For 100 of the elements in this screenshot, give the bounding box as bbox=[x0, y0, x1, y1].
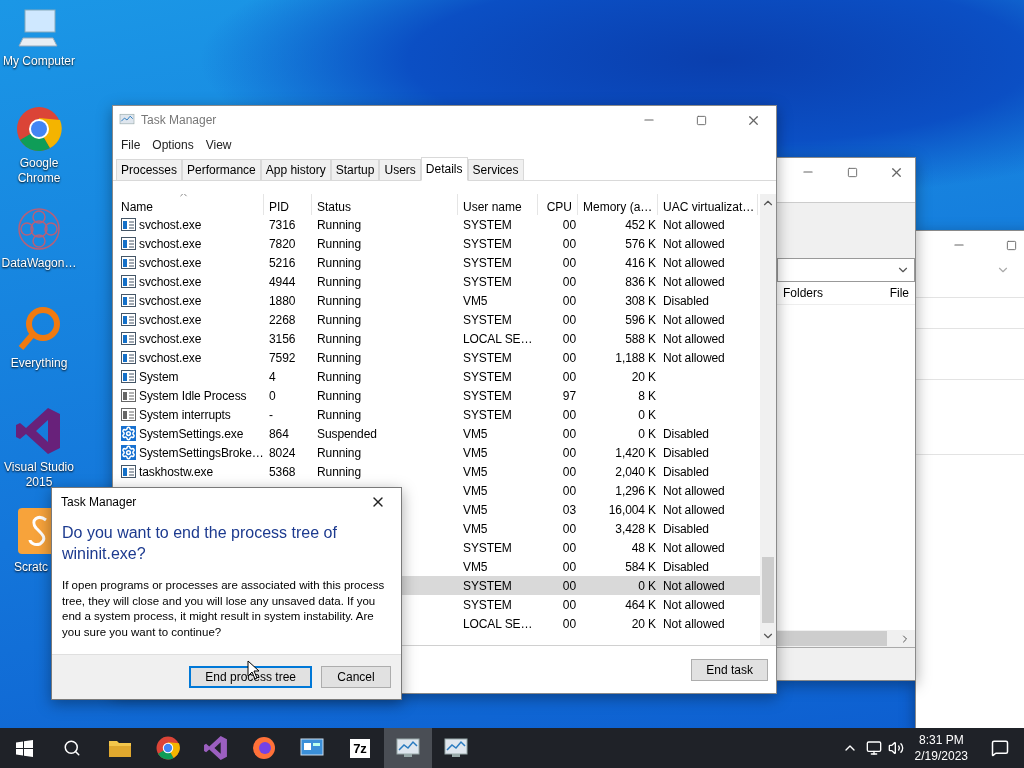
table-row[interactable]: svchost.exe 5216 Running SYSTEM 00 416 K Not allowed bbox=[116, 253, 760, 272]
table-cell: 00 bbox=[562, 312, 576, 327]
desktop-icon-label[interactable]: Visual Studio 2015 bbox=[1, 460, 77, 490]
table-cell: Running bbox=[317, 350, 361, 365]
tab[interactable]: Users bbox=[379, 159, 421, 180]
table-row[interactable]: System 4 Running SYSTEM 00 20 K bbox=[116, 367, 760, 386]
column-header[interactable]: Folders bbox=[777, 286, 829, 300]
table-row[interactable]: svchost.exe 3156 Running LOCAL SE… 00 588 K Not allowed bbox=[116, 329, 760, 348]
dropdown-field[interactable] bbox=[777, 258, 915, 282]
vertical-scrollbar[interactable] bbox=[760, 194, 776, 645]
table-cell: 00 bbox=[562, 521, 576, 536]
table-cell: VM5 bbox=[463, 483, 488, 498]
table-cell: 00 bbox=[562, 293, 576, 308]
table-row[interactable]: System interrupts - Running SYSTEM 00 0 K bbox=[116, 405, 760, 424]
menu-item[interactable]: View bbox=[201, 138, 236, 152]
table-cell: Not allowed bbox=[663, 578, 725, 593]
table-cell: LOCAL SE… bbox=[463, 331, 533, 346]
table-cell: 3156 bbox=[269, 331, 296, 346]
table-cell: 00 bbox=[562, 236, 576, 251]
end-task-button[interactable]: End task bbox=[691, 658, 768, 681]
table-cell: Disabled bbox=[663, 445, 709, 460]
table-cell: 00 bbox=[562, 350, 576, 365]
table-row[interactable]: svchost.exe 2268 Running SYSTEM 00 596 K Not allowed bbox=[116, 310, 760, 329]
taskbar-app-button[interactable]: 7z bbox=[336, 728, 384, 768]
table-row[interactable]: svchost.exe 1880 Running VM5 00 308 K Disabled bbox=[116, 291, 760, 310]
table-cell: svchost.exe bbox=[139, 274, 202, 289]
table-row[interactable]: SystemSettingsBroke… 8024 Running VM5 00 1,420 K Disabled bbox=[116, 443, 760, 462]
table-cell: Running bbox=[317, 445, 361, 460]
table-cell: Running bbox=[317, 217, 361, 232]
table-cell: Not allowed bbox=[663, 350, 725, 365]
column-header[interactable]: File bbox=[883, 286, 915, 300]
table-cell: 588 K bbox=[625, 331, 656, 346]
control-panel-icon bbox=[300, 737, 324, 759]
table-cell: Disabled bbox=[663, 293, 709, 308]
table-cell: Not allowed bbox=[663, 597, 725, 612]
table-cell: SYSTEM bbox=[463, 274, 512, 289]
table-row[interactable]: System Idle Process 0 Running SYSTEM 97 8 K bbox=[116, 386, 760, 405]
table-cell: Running bbox=[317, 293, 361, 308]
table-cell: 1880 bbox=[269, 293, 296, 308]
table-cell: 00 bbox=[562, 369, 576, 384]
desktop-icon-label[interactable]: DataWagon… bbox=[1, 256, 77, 271]
desktop-icon-label[interactable]: Scratc bbox=[0, 560, 50, 575]
table-cell: 7316 bbox=[269, 217, 296, 232]
desktop-icon-label[interactable]: Everything bbox=[1, 356, 77, 371]
dialog-button[interactable]: Cancel bbox=[321, 666, 391, 688]
menu-item[interactable]: File bbox=[117, 138, 145, 152]
maximize-icon bbox=[695, 114, 707, 126]
table-cell: 8 K bbox=[638, 388, 656, 403]
maximize-icon bbox=[846, 166, 858, 178]
table-cell: Not allowed bbox=[663, 331, 725, 346]
scrollbar-thumb[interactable] bbox=[777, 631, 887, 646]
table-cell: VM5 bbox=[463, 293, 488, 308]
horizontal-scrollbar[interactable] bbox=[777, 630, 915, 647]
table-cell: 1,420 K bbox=[615, 445, 656, 460]
tab[interactable]: Details bbox=[420, 157, 468, 181]
clock-time[interactable]: 8:31 PM bbox=[918, 732, 964, 748]
table-cell: SYSTEM bbox=[463, 312, 512, 327]
menu-item[interactable]: Options bbox=[148, 138, 198, 152]
speaker-icon[interactable] bbox=[887, 740, 904, 756]
window-icon bbox=[121, 408, 136, 421]
table-cell: 1,296 K bbox=[615, 483, 656, 498]
table-cell: 584 K bbox=[625, 559, 656, 574]
table-row[interactable]: svchost.exe 7592 Running SYSTEM 00 1,188 K Not allowed bbox=[116, 348, 760, 367]
table-cell: 576 K bbox=[625, 236, 656, 251]
table-cell: 7592 bbox=[269, 350, 296, 365]
window-icon bbox=[121, 237, 136, 250]
table-cell: System Idle Process bbox=[139, 388, 247, 403]
table-cell: 864 bbox=[269, 426, 289, 441]
table-cell: svchost.exe bbox=[139, 217, 202, 232]
window-icon bbox=[121, 389, 136, 402]
tab[interactable]: Processes bbox=[116, 159, 183, 180]
desktop-icon-label[interactable]: Google Chrome bbox=[1, 156, 77, 186]
tab[interactable]: Performance bbox=[182, 159, 261, 180]
clock-date[interactable]: 2/19/2023 bbox=[914, 748, 968, 764]
table-cell: Disabled bbox=[663, 559, 709, 574]
table-row[interactable]: svchost.exe 4944 Running SYSTEM 00 836 K Not allowed bbox=[116, 272, 760, 291]
table-cell: Disabled bbox=[663, 464, 709, 479]
tab[interactable]: App history bbox=[260, 159, 331, 180]
table-cell: 97 bbox=[562, 388, 576, 403]
taskbar-app-button[interactable] bbox=[384, 728, 432, 768]
table-cell: SYSTEM bbox=[463, 597, 512, 612]
table-row[interactable]: taskhostw.exe 5368 Running VM5 00 2,040 K Disabled bbox=[116, 462, 760, 481]
window-title: Task Manager bbox=[141, 113, 218, 127]
tab[interactable]: Startup bbox=[330, 159, 380, 180]
table-cell: Not allowed bbox=[663, 502, 725, 517]
table-cell: Running bbox=[317, 407, 361, 422]
gear-icon bbox=[121, 445, 136, 460]
table-cell: 452 K bbox=[625, 217, 656, 232]
tab[interactable]: Services bbox=[467, 159, 524, 180]
table-cell: taskhostw.exe bbox=[139, 464, 214, 479]
table-cell: 00 bbox=[562, 578, 576, 593]
table-cell: svchost.exe bbox=[139, 255, 202, 270]
table-row[interactable]: svchost.exe 7820 Running SYSTEM 00 576 K Not allowed bbox=[116, 234, 760, 253]
table-row[interactable]: svchost.exe 7316 Running SYSTEM 00 452 K Not allowed bbox=[116, 215, 760, 234]
table-row[interactable]: SystemSettings.exe 864 Suspended VM5 00 0 K Disabled bbox=[116, 424, 760, 443]
table-cell: Not allowed bbox=[663, 217, 725, 232]
network-icon[interactable] bbox=[865, 740, 882, 756]
table-cell: 4944 bbox=[269, 274, 296, 289]
table-cell: 03 bbox=[562, 502, 576, 517]
scrollbar-thumb[interactable] bbox=[762, 557, 774, 623]
